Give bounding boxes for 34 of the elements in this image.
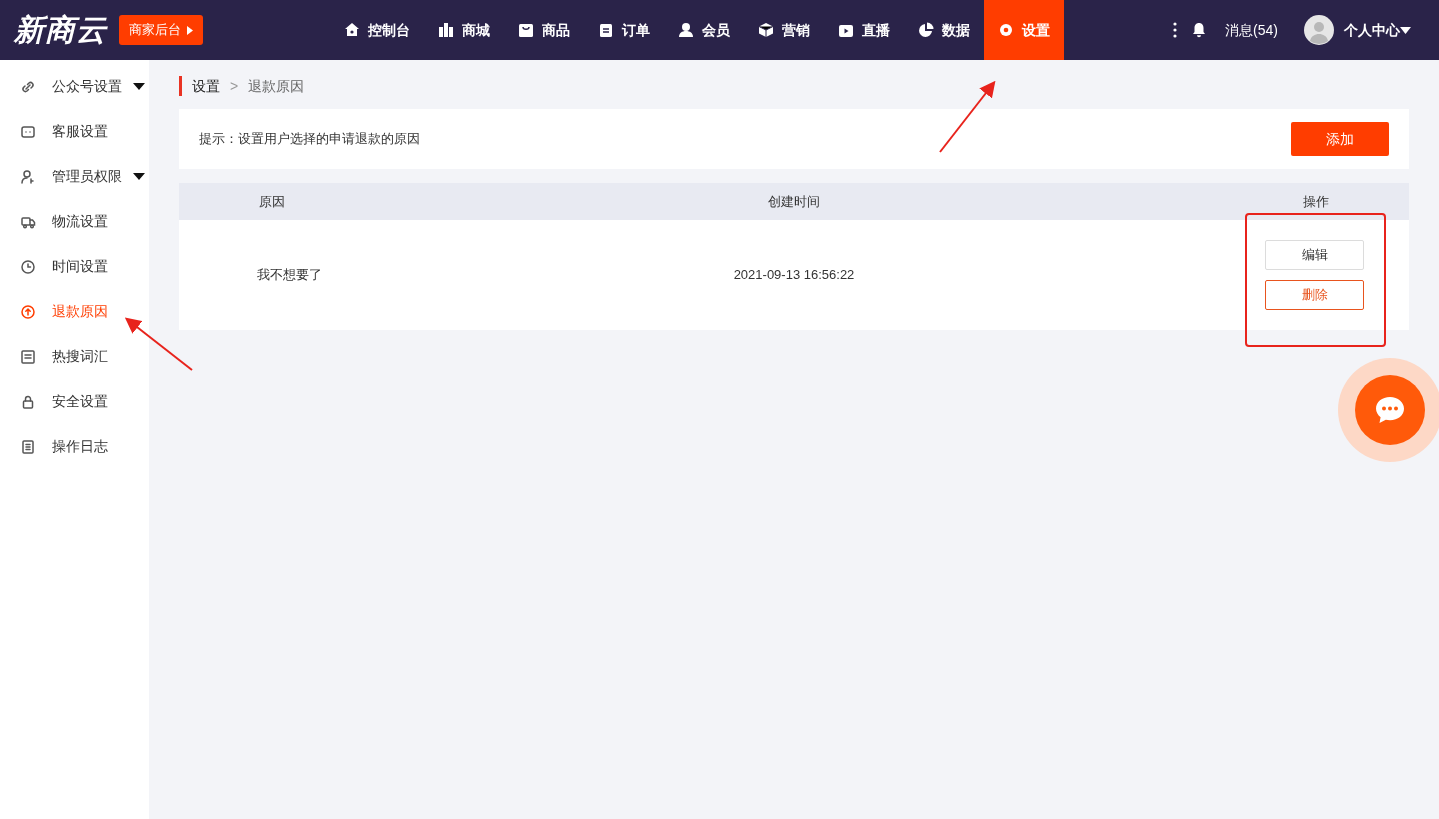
column-header: 原因: [258, 192, 286, 211]
nav-tab[interactable]: 控制台: [330, 0, 424, 60]
table-cell-text: 我不想要了: [255, 266, 323, 285]
table-cell-text: 2021-09-13 16:56:22: [732, 266, 856, 285]
nav-tab[interactable]: 会员: [664, 0, 744, 60]
sidebar-item[interactable]: 时间设置: [0, 244, 149, 289]
breadcrumb-separator: >: [230, 76, 239, 96]
nav-tab[interactable]: 营销: [744, 0, 824, 60]
breadcrumb-current: 退款原因: [248, 76, 305, 96]
messages-link[interactable]: 消息(54): [1225, 19, 1278, 41]
sidebar-item[interactable]: 客服设置: [0, 109, 149, 154]
backend-button[interactable]: 商家后台: [119, 15, 203, 45]
nav-tab[interactable]: 数据: [904, 0, 984, 60]
sidebar-item[interactable]: 物流设置: [0, 199, 149, 244]
nav-tab[interactable]: 订单: [584, 0, 664, 60]
tip-text: 提示：设置用户选择的申请退款的原因: [199, 130, 420, 149]
nav-tab[interactable]: 商品: [504, 0, 584, 60]
sidebar-item[interactable]: 公众号设置: [0, 64, 149, 109]
sidebar-item[interactable]: 管理员权限: [0, 154, 149, 199]
column-header: 创建时间: [767, 192, 821, 211]
column-header: 操作: [1302, 192, 1330, 211]
edit-button[interactable]: 编辑: [1265, 240, 1364, 270]
breadcrumb-link[interactable]: 设置: [192, 75, 220, 97]
logo: 新商云: [14, 15, 107, 45]
sidebar-item[interactable]: 退款原因: [0, 289, 149, 334]
sidebar-item[interactable]: 操作日志: [0, 424, 149, 469]
nav-tab[interactable]: 商城: [424, 0, 504, 60]
user-menu[interactable]: 个人中心: [1344, 19, 1400, 41]
nav-tab[interactable]: 设置: [984, 0, 1064, 60]
nav-tab[interactable]: 直播: [824, 0, 904, 60]
sidebar-item[interactable]: 热搜词汇: [0, 334, 149, 379]
delete-button[interactable]: 删除: [1265, 280, 1364, 310]
sidebar-item[interactable]: 安全设置: [0, 379, 149, 424]
add-button[interactable]: 添加: [1291, 122, 1389, 156]
